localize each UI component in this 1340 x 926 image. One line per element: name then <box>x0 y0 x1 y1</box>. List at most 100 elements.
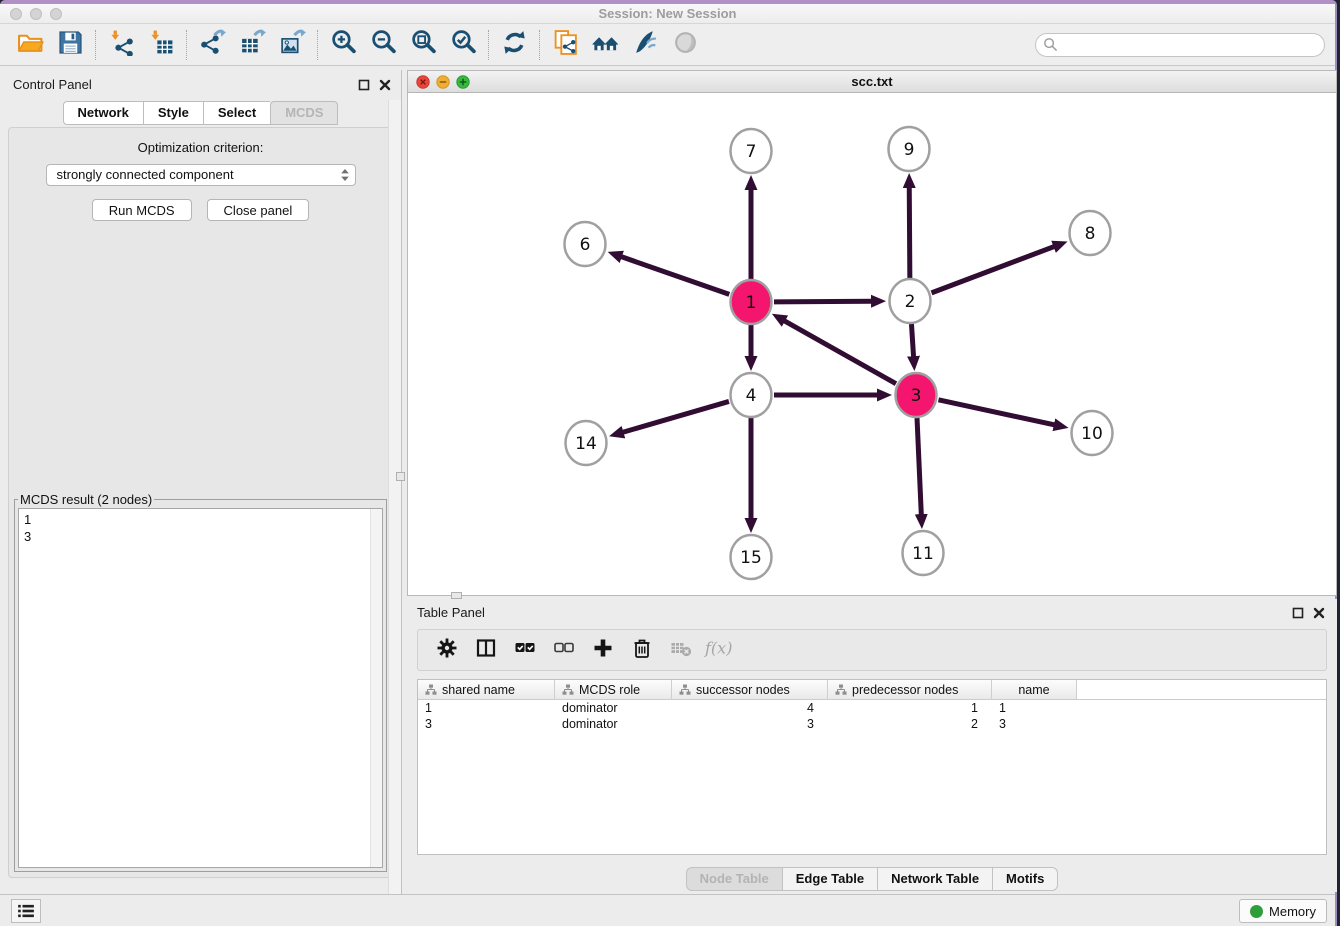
graph-node-8[interactable]: 8 <box>1070 211 1111 255</box>
table-cell[interactable]: 1 <box>828 700 992 716</box>
settings-button[interactable] <box>430 635 464 665</box>
close-panel-icon[interactable] <box>379 78 391 90</box>
network-canvas[interactable]: 7 9 6 8 1 2 4 3 14 10 15 11 <box>408 93 1336 595</box>
tab-network[interactable]: Network <box>63 101 143 125</box>
import-table-button[interactable] <box>141 29 181 61</box>
run-mcds-button[interactable]: Run MCDS <box>92 199 192 221</box>
graph-node-4[interactable]: 4 <box>731 373 772 417</box>
float-panel-icon[interactable] <box>358 78 370 90</box>
column-label: MCDS role <box>579 683 640 697</box>
tab-mcds[interactable]: MCDS <box>270 101 338 125</box>
zoom-out-button[interactable] <box>363 29 403 61</box>
tab-motifs[interactable]: Motifs <box>992 867 1058 891</box>
tab-select[interactable]: Select <box>203 101 270 125</box>
table-cell[interactable]: 3 <box>672 716 828 732</box>
add-column-button[interactable] <box>586 635 620 665</box>
graph-node-9[interactable]: 9 <box>889 127 930 171</box>
select-all-button[interactable] <box>508 635 542 665</box>
graph-node-11[interactable]: 11 <box>903 531 944 575</box>
network-window: scc.txt 7 9 6 8 1 2 4 3 14 10 15 11 <box>407 70 1337 596</box>
tab-network-table[interactable]: Network Table <box>877 867 992 891</box>
control-panel: Control Panel NetworkStyleSelectMCDS Opt… <box>0 70 402 894</box>
task-history-button[interactable] <box>11 899 41 923</box>
column-header-successor-nodes[interactable]: successor nodes <box>672 680 828 699</box>
graph-edge-3-11[interactable] <box>917 418 921 515</box>
graph-edge-4-14[interactable] <box>622 401 728 432</box>
graph-node-2[interactable]: 2 <box>890 279 931 323</box>
control-panel-scrollbar[interactable] <box>388 100 401 894</box>
column-header-MCDS-role[interactable]: MCDS role <box>555 680 672 699</box>
result-scrollbar[interactable] <box>370 509 382 867</box>
zoom-selected-icon <box>450 29 477 61</box>
split-view-button[interactable] <box>469 635 503 665</box>
delete-column-icon <box>631 637 653 664</box>
graph-edge-2-8[interactable] <box>932 246 1055 292</box>
export-network-button[interactable] <box>192 29 232 61</box>
close-panel-button[interactable]: Close panel <box>207 199 310 221</box>
column-header-name[interactable]: name <box>992 680 1077 699</box>
table-panel: Table Panel f(x) shared nameMCDS rolesuc… <box>407 599 1337 892</box>
splitter-grip-horizontal[interactable] <box>451 592 462 599</box>
graph-node-3[interactable]: 3 <box>896 373 937 417</box>
tab-node-table[interactable]: Node Table <box>686 867 782 891</box>
table-cell[interactable]: 2 <box>828 716 992 732</box>
column-header-shared-name[interactable]: shared name <box>418 680 555 699</box>
graph-edge-2-3[interactable] <box>911 324 913 357</box>
duplicate-network-button[interactable] <box>545 29 585 61</box>
table-cell[interactable]: dominator <box>555 700 672 716</box>
criterion-select[interactable]: strongly connected component <box>46 164 356 186</box>
graph-node-7[interactable]: 7 <box>731 129 772 173</box>
table-cell[interactable]: dominator <box>555 716 672 732</box>
graph-node-15[interactable]: 15 <box>731 535 772 579</box>
mcds-result-fieldset: MCDS result (2 nodes) 1 3 <box>14 492 387 872</box>
refresh-layout-button[interactable] <box>494 29 534 61</box>
table-cell[interactable]: 1 <box>418 700 555 716</box>
graph-edge-3-10[interactable] <box>938 400 1054 425</box>
tab-style[interactable]: Style <box>143 101 203 125</box>
hide-preview-button <box>665 29 705 61</box>
column-header-predecessor-nodes[interactable]: predecessor nodes <box>828 680 992 699</box>
table-row[interactable]: 1dominator411 <box>418 700 1326 716</box>
zoom-in-button[interactable] <box>323 29 363 61</box>
network-title: scc.txt <box>408 74 1336 89</box>
table-cell[interactable]: 1 <box>992 700 1077 716</box>
style-preview-button[interactable] <box>625 29 665 61</box>
save-session-button[interactable] <box>50 29 90 61</box>
table-cell[interactable]: 3 <box>418 716 555 732</box>
mcds-result-list[interactable]: 1 3 <box>18 508 383 868</box>
graph-edge-3-1[interactable] <box>784 321 896 384</box>
import-network-button[interactable] <box>101 29 141 61</box>
splitter-grip-vertical[interactable] <box>396 472 405 481</box>
search-input[interactable] <box>1035 33 1325 57</box>
open-file-button[interactable] <box>10 29 50 61</box>
graph-edge-2-9[interactable] <box>909 187 910 278</box>
node-label: 2 <box>905 292 916 312</box>
export-table-button[interactable] <box>232 29 272 61</box>
list-icon <box>17 904 35 918</box>
graph-edge-1-2[interactable] <box>774 301 872 302</box>
export-image-button[interactable] <box>272 29 312 61</box>
window-titlebar: Session: New Session <box>0 4 1335 24</box>
zoom-selected-button[interactable] <box>443 29 483 61</box>
home-networks-button[interactable] <box>585 29 625 61</box>
graph-node-10[interactable]: 10 <box>1072 411 1113 455</box>
table-row[interactable]: 3dominator323 <box>418 716 1326 732</box>
zoom-fit-icon <box>410 29 437 61</box>
delete-column-button[interactable] <box>625 635 659 665</box>
import-table-icon <box>148 29 175 61</box>
table-cell[interactable]: 3 <box>992 716 1077 732</box>
graph-edge-1-6[interactable] <box>621 257 729 295</box>
node-label: 10 <box>1081 424 1103 444</box>
window-title: Session: New Session <box>0 6 1335 21</box>
float-table-panel-icon[interactable] <box>1292 606 1304 618</box>
graph-node-6[interactable]: 6 <box>565 222 606 266</box>
close-table-panel-icon[interactable] <box>1313 606 1325 618</box>
table-cell[interactable]: 4 <box>672 700 828 716</box>
deselect-all-button[interactable] <box>547 635 581 665</box>
graph-node-14[interactable]: 14 <box>566 421 607 465</box>
memory-button[interactable]: Memory <box>1239 899 1327 923</box>
graph-node-1[interactable]: 1 <box>731 280 772 324</box>
tab-edge-table[interactable]: Edge Table <box>782 867 877 891</box>
control-panel-tabs: NetworkStyleSelectMCDS <box>0 101 401 125</box>
zoom-fit-button[interactable] <box>403 29 443 61</box>
